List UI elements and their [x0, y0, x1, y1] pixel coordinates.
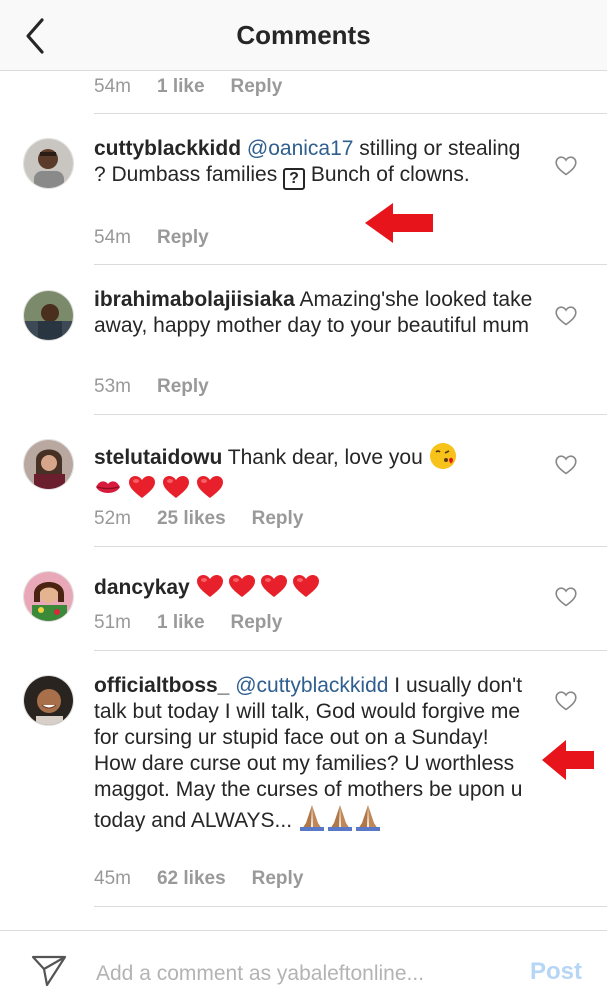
heart-outline-icon	[555, 306, 577, 326]
reply-button[interactable]: Reply	[252, 508, 304, 530]
avatar[interactable]	[23, 571, 74, 622]
comment-text: ibrahimabolajiisiaka Amazing'she looked …	[94, 287, 534, 339]
divider	[94, 264, 607, 265]
divider	[94, 113, 607, 114]
comment-time: 53m	[94, 376, 131, 397]
page-title: Comments	[236, 20, 371, 50]
comment-username[interactable]: officialtboss_	[94, 674, 229, 697]
unsupported-glyph-box: ?	[283, 168, 306, 190]
avatar[interactable]	[23, 439, 74, 490]
like-heart-button[interactable]	[555, 691, 577, 711]
send-button[interactable]	[30, 953, 68, 989]
reply-button[interactable]: Reply	[252, 868, 304, 890]
red-arrow-annotation	[542, 740, 594, 780]
comment-meta: 53m Reply	[94, 376, 209, 398]
comment-text: officialtboss_ @cuttyblackkidd I usually…	[94, 673, 534, 834]
red-heart-emoji-icon	[196, 476, 223, 498]
comment-username[interactable]: dancykay	[94, 576, 190, 599]
folded-hands-emoji-icon	[327, 805, 352, 831]
comment-body: Bunch of clowns.	[305, 163, 470, 186]
red-heart-emoji-icon	[128, 476, 155, 498]
like-heart-button[interactable]	[555, 306, 577, 326]
comment-time: 54m	[94, 227, 131, 248]
comment-username[interactable]: ibrahimabolajiisiaka	[94, 288, 295, 311]
reply-button[interactable]: Reply	[157, 227, 209, 249]
top-bar: Comments	[0, 0, 607, 71]
red-heart-emoji-icon	[162, 476, 189, 498]
comment-text: stelutaidowu Thank dear, love you	[94, 442, 534, 502]
comment-time: 54m	[94, 76, 131, 97]
comment-meta: 45m 62 likes Reply	[94, 868, 303, 890]
comment-input[interactable]	[96, 959, 506, 989]
like-heart-button[interactable]	[555, 156, 577, 176]
comment-time: 51m	[94, 612, 131, 633]
comment-meta: 52m 25 likes Reply	[94, 508, 303, 530]
comment-text: dancykay	[94, 574, 534, 601]
comment-mention[interactable]: @cuttyblackkidd	[235, 674, 388, 697]
reply-button[interactable]: Reply	[231, 612, 283, 634]
comment-meta: 51m 1 like Reply	[94, 612, 282, 634]
red-heart-emoji-icon	[228, 575, 255, 597]
likes-count[interactable]: 62 likes	[157, 868, 226, 890]
comment-username[interactable]: stelutaidowu	[94, 446, 222, 469]
comment-body: Thank dear, love you	[222, 446, 429, 469]
avatar[interactable]	[23, 675, 74, 726]
divider	[94, 906, 607, 907]
divider	[94, 414, 607, 415]
likes-count[interactable]: 25 likes	[157, 508, 226, 530]
kissing-face-emoji-icon	[429, 443, 456, 469]
likes-count[interactable]: 1 like	[157, 76, 205, 98]
heart-outline-icon	[555, 156, 577, 176]
comment-time: 45m	[94, 868, 131, 889]
comment-composer: Post	[0, 930, 607, 993]
heart-outline-icon	[555, 587, 577, 607]
paper-plane-icon	[31, 955, 67, 987]
comment-time: 52m	[94, 508, 131, 529]
heart-outline-icon	[555, 691, 577, 711]
comment-username[interactable]: cuttyblackkidd	[94, 137, 241, 160]
folded-hands-emoji-icon	[355, 805, 380, 831]
comment-text: cuttyblackkidd @oanica17 stilling or ste…	[94, 136, 534, 190]
divider	[94, 546, 607, 547]
red-heart-emoji-icon	[196, 575, 223, 597]
folded-hands-emoji-icon	[299, 805, 324, 831]
red-heart-emoji-icon	[260, 575, 287, 597]
comment-meta: 54m 1 like Reply	[94, 76, 282, 98]
reply-button[interactable]: Reply	[157, 376, 209, 398]
red-arrow-annotation	[365, 203, 433, 243]
comment-mention[interactable]: @oanica17	[247, 137, 354, 160]
reply-button[interactable]: Reply	[231, 76, 283, 98]
like-heart-button[interactable]	[555, 587, 577, 607]
divider	[94, 650, 607, 651]
avatar[interactable]	[23, 138, 74, 189]
red-heart-emoji-icon	[292, 575, 319, 597]
kiss-mark-emoji-icon	[96, 481, 120, 493]
like-heart-button[interactable]	[555, 455, 577, 475]
likes-count[interactable]: 1 like	[157, 612, 205, 634]
heart-outline-icon	[555, 455, 577, 475]
post-button[interactable]: Post	[530, 958, 582, 986]
comment-meta: 54m Reply	[94, 227, 209, 249]
avatar[interactable]	[23, 290, 74, 341]
